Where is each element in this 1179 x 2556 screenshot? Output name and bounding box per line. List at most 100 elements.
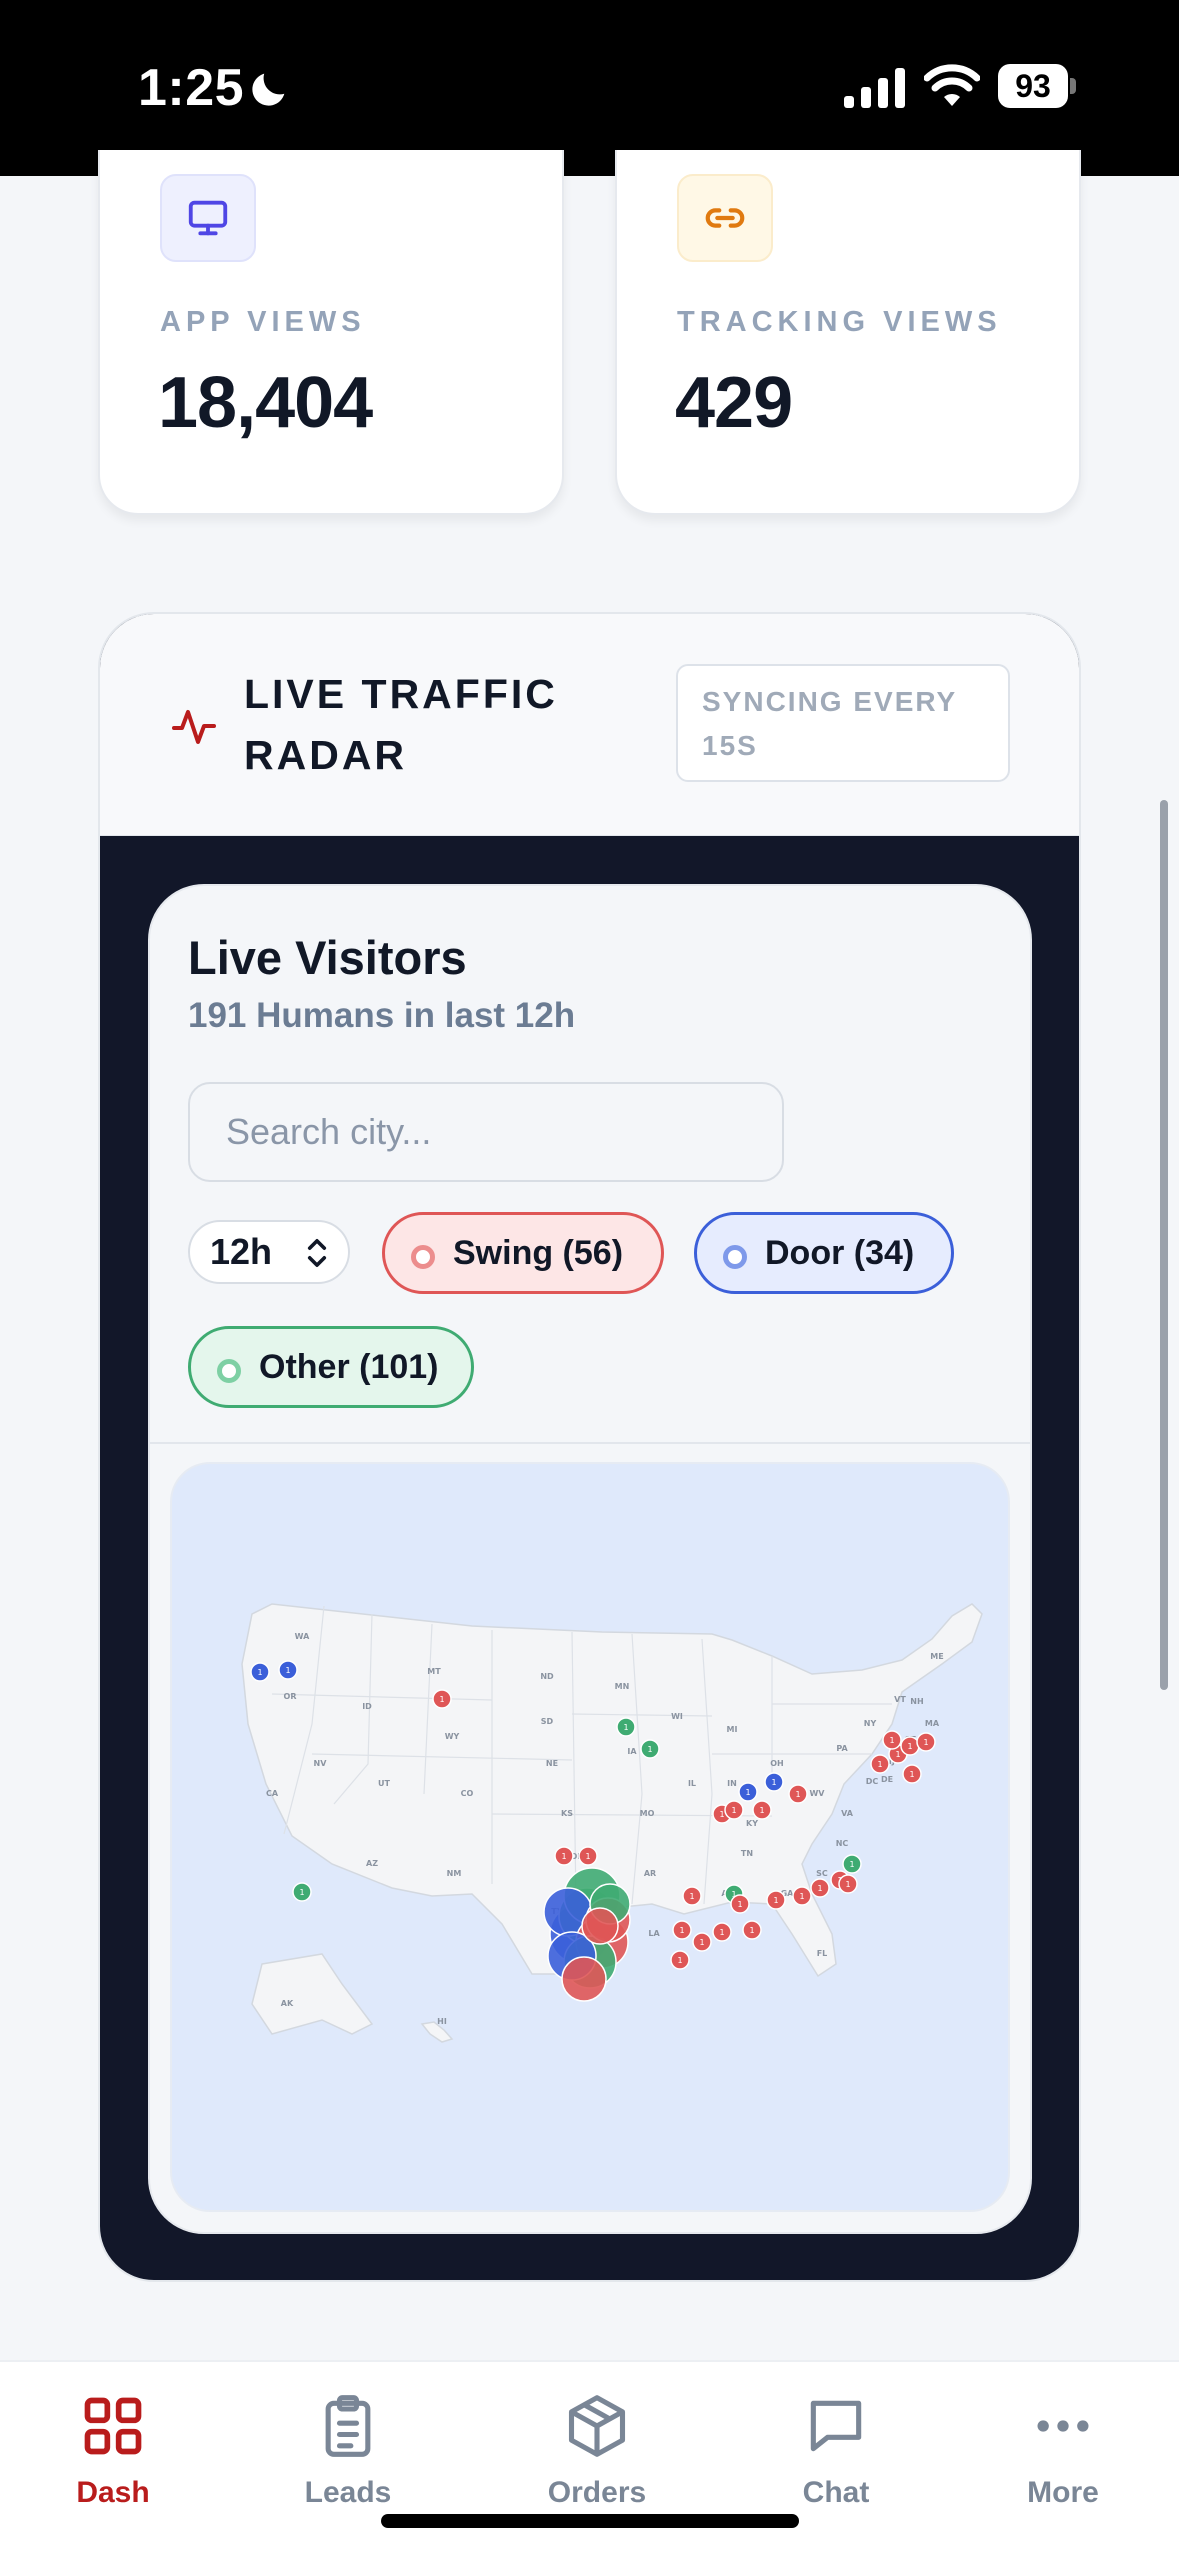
visitor-marker[interactable]: 1: [764, 1772, 784, 1792]
visitor-marker[interactable]: 1: [554, 1846, 574, 1866]
visitor-marker[interactable]: 1: [838, 1874, 858, 1894]
battery-level: 93: [998, 64, 1068, 108]
visitor-marker[interactable]: 1: [738, 1782, 758, 1802]
nav-chat-label: Chat: [802, 2476, 870, 2509]
city-search-input[interactable]: [188, 1082, 784, 1182]
nav-leads[interactable]: Leads: [248, 2392, 448, 2532]
state-label-la: LA: [648, 1929, 660, 1938]
package-icon: [568, 2395, 626, 2457]
visitor-marker[interactable]: 1: [640, 1739, 660, 1759]
visitor-marker-count: 1: [299, 1888, 304, 1897]
nav-chat[interactable]: Chat: [736, 2392, 936, 2532]
tracking-views-value: 429: [675, 363, 793, 443]
live-traffic-radar-panel: LIVE TRAFFIC RADAR SYNCING EVERY 15S Liv…: [98, 612, 1081, 2282]
live-visitors-subtitle: 191 Humans in last 12h: [188, 996, 576, 1035]
state-label-tn: TN: [741, 1849, 753, 1858]
scrollbar[interactable]: [1160, 800, 1168, 1690]
visitor-marker-count: 1: [561, 1852, 566, 1861]
state-label-id: ID: [362, 1702, 372, 1711]
visitor-marker[interactable]: 1: [670, 1950, 690, 1970]
visitor-map[interactable]: WAORIDMTNDSDWYNENVUTCOCAAZNMKSOKTXMNIAWI…: [170, 1462, 1010, 2212]
visitor-marker[interactable]: 1: [766, 1890, 786, 1910]
visitor-marker[interactable]: 1: [616, 1717, 636, 1737]
state-label-mt: MT: [427, 1667, 441, 1676]
filter-swing-button[interactable]: Swing (56): [382, 1212, 664, 1294]
visitor-marker[interactable]: 1: [742, 1920, 762, 1940]
visitor-marker-count: 1: [889, 1736, 894, 1745]
home-indicator: [381, 2514, 799, 2528]
filter-other-button[interactable]: Other (101): [188, 1326, 474, 1408]
filter-door-label: Door (34): [765, 1233, 915, 1272]
visitor-marker[interactable]: 1: [292, 1882, 312, 1902]
visitor-marker[interactable]: 1: [432, 1689, 452, 1709]
filter-door-button[interactable]: Door (34): [694, 1212, 954, 1294]
visitor-marker[interactable]: 1: [882, 1730, 902, 1750]
state-label-vt: VT: [894, 1695, 906, 1704]
state-label-nd: ND: [540, 1672, 554, 1681]
nav-more-label: More: [1027, 2476, 1099, 2509]
nav-more[interactable]: More: [963, 2392, 1163, 2532]
visitor-marker-count: 1: [907, 1742, 912, 1751]
nav-dash-label: Dash: [76, 2476, 150, 2509]
tracking-views-label: TRACKING VIEWS: [677, 306, 1002, 338]
visitor-marker[interactable]: 1: [578, 1846, 598, 1866]
state-label-ne: NE: [546, 1759, 558, 1768]
state-label-ca: CA: [266, 1789, 279, 1798]
state-label-me: ME: [930, 1652, 943, 1661]
visitor-marker[interactable]: 1: [672, 1920, 692, 1940]
visitor-marker[interactable]: 1: [792, 1886, 812, 1906]
visitor-marker-count: 1: [585, 1852, 590, 1861]
visitor-marker[interactable]: 1: [682, 1886, 702, 1906]
state-label-nv: NV: [314, 1759, 328, 1768]
state-label-wy: WY: [445, 1732, 460, 1741]
state-label-ny: NY: [864, 1719, 877, 1728]
state-label-ky: KY: [746, 1819, 758, 1828]
state-label-ar: AR: [644, 1869, 656, 1878]
visitor-marker[interactable]: 1: [788, 1784, 808, 1804]
visitor-marker-count: 1: [623, 1723, 628, 1732]
filter-other-label: Other (101): [259, 1347, 439, 1386]
app-views-value: 18,404: [158, 363, 373, 443]
visitor-marker-count: 1: [749, 1926, 754, 1935]
visitor-marker[interactable]: 1: [250, 1662, 270, 1682]
door-dot-icon: [723, 1245, 747, 1269]
state-label-wv: WV: [809, 1789, 825, 1798]
visitor-marker[interactable]: 1: [712, 1922, 732, 1942]
visitor-marker[interactable]: 1: [752, 1800, 772, 1820]
visitor-marker[interactable]: 1: [730, 1894, 750, 1914]
visitor-marker[interactable]: 1: [902, 1764, 922, 1784]
visitor-marker[interactable]: 1: [916, 1732, 936, 1752]
visitor-marker-count: 1: [773, 1896, 778, 1905]
visitor-marker-count: 1: [719, 1928, 724, 1937]
state-label-wa: WA: [295, 1632, 310, 1641]
cellular-signal-icon: [844, 68, 905, 108]
visitor-marker[interactable]: 1: [870, 1754, 890, 1774]
visitor-marker[interactable]: 1: [842, 1854, 862, 1874]
visitor-marker[interactable]: 1: [724, 1800, 744, 1820]
clipboard-icon: [325, 2395, 371, 2457]
visitor-marker-count: 1: [677, 1956, 682, 1965]
visitor-marker[interactable]: 1: [810, 1878, 830, 1898]
state-label-or: OR: [284, 1692, 297, 1701]
nav-dash[interactable]: Dash: [13, 2392, 213, 2532]
visitor-marker-count: 1: [439, 1695, 444, 1704]
us-map[interactable]: WAORIDMTNDSDWYNENVUTCOCAAZNMKSOKTXMNIAWI…: [172, 1464, 1010, 2212]
state-label-ut: UT: [378, 1779, 390, 1788]
state-label-co: CO: [461, 1789, 474, 1798]
activity-pulse-icon: [172, 710, 216, 744]
visitor-marker[interactable]: 1: [900, 1736, 920, 1756]
time-range-select[interactable]: 12h: [188, 1220, 350, 1284]
state-label-ak: AK: [281, 1999, 294, 2008]
state-label-nm: NM: [447, 1869, 462, 1878]
visitor-marker[interactable]: 1: [692, 1932, 712, 1952]
state-label-hi: HI: [437, 2017, 447, 2026]
nav-orders[interactable]: Orders: [497, 2392, 697, 2532]
state-label-nh: NH: [910, 1697, 923, 1706]
visitor-cluster-blob: [561, 1956, 607, 2002]
state-label-in: IN: [727, 1779, 737, 1788]
filter-swing-label: Swing (56): [453, 1233, 624, 1272]
state-label-va: VA: [841, 1809, 854, 1818]
swing-dot-icon: [411, 1245, 435, 1269]
visitor-marker-count: 1: [689, 1892, 694, 1901]
visitor-marker[interactable]: 1: [278, 1660, 298, 1680]
